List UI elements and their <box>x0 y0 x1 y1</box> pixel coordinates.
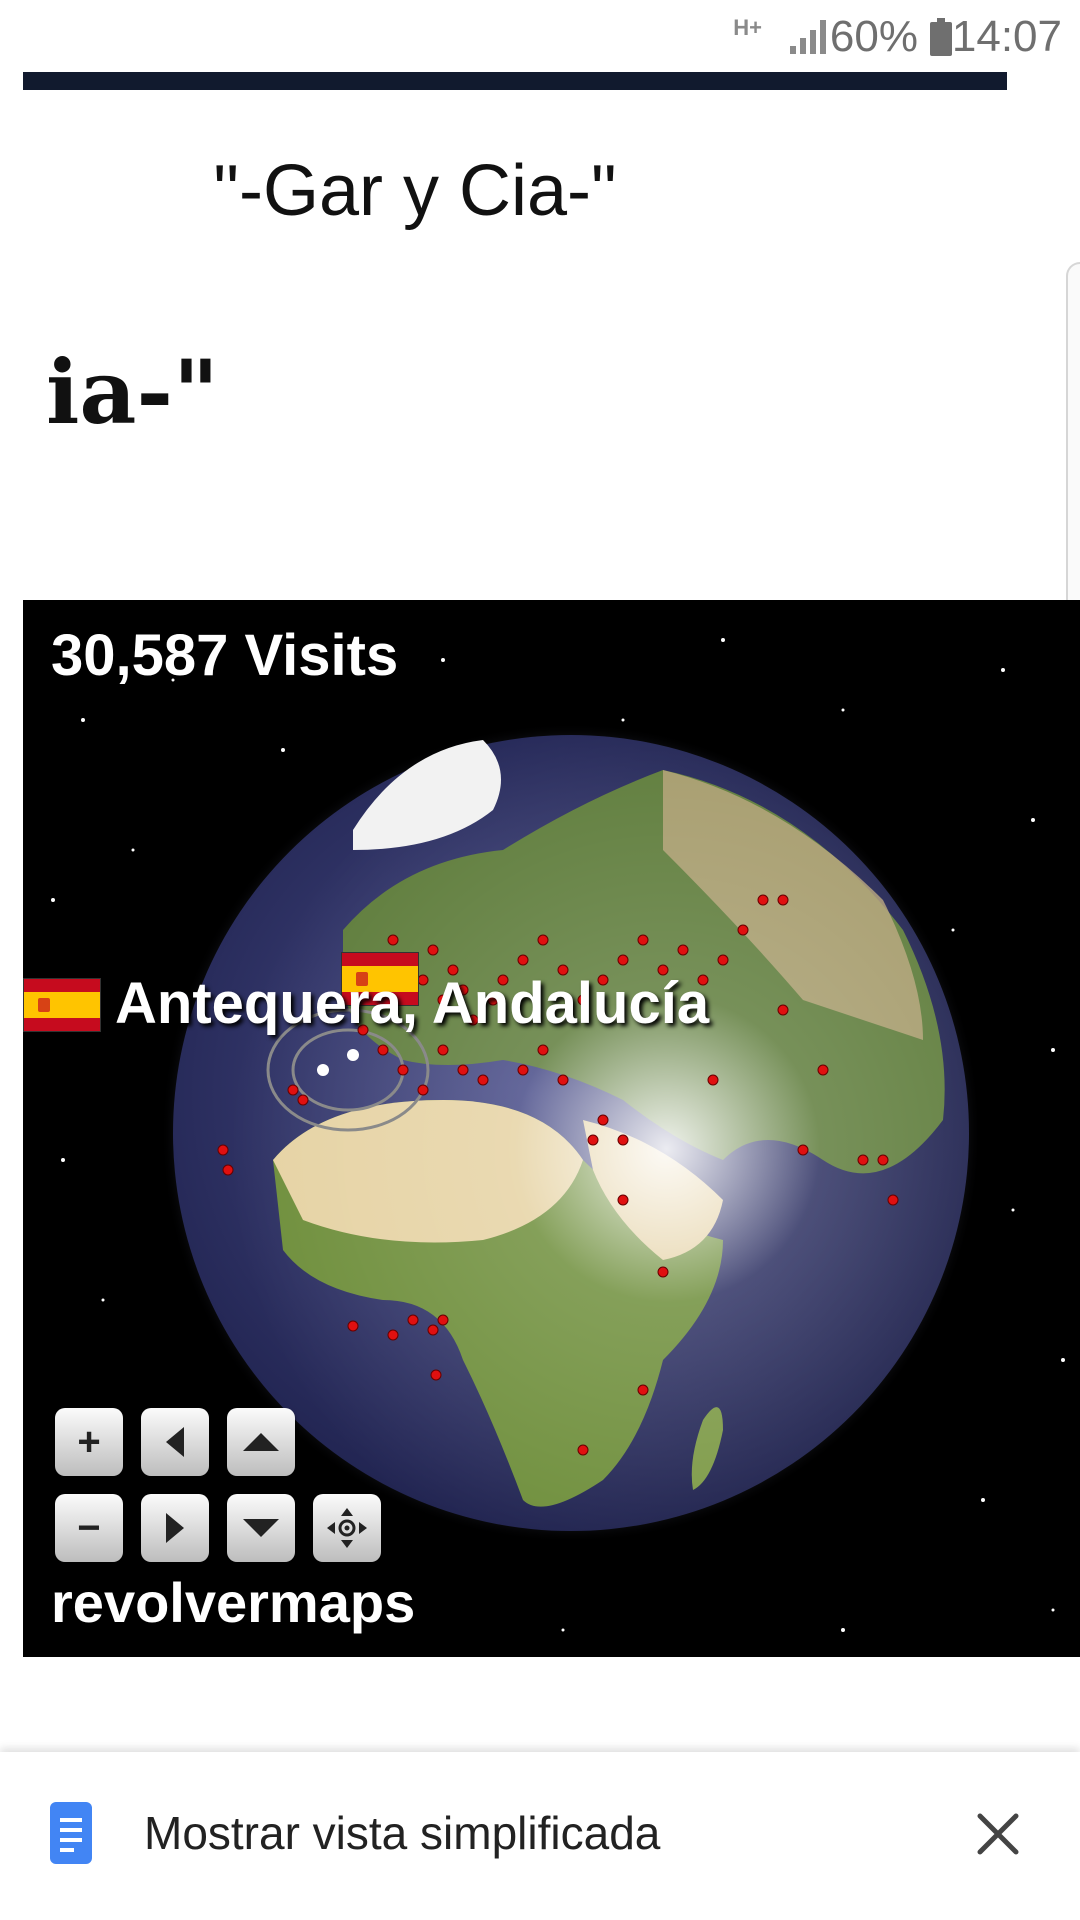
recenter-button[interactable] <box>313 1494 381 1562</box>
arrow-up-icon <box>243 1433 279 1451</box>
rotate-right-button[interactable] <box>141 1494 209 1562</box>
zoom-out-button[interactable]: − <box>55 1494 123 1562</box>
document-icon <box>50 1802 92 1864</box>
rotate-left-button[interactable] <box>141 1408 209 1476</box>
side-panel-tab[interactable] <box>1066 262 1080 636</box>
battery-percent: 60% <box>829 12 918 61</box>
signal-icon <box>790 20 826 54</box>
arrow-right-icon <box>166 1513 184 1543</box>
zoom-in-button[interactable]: + <box>55 1408 123 1476</box>
revolvermaps-widget[interactable]: 30,587 Visits Antequera, Andalucía + − r… <box>23 600 1080 1657</box>
zoom-in-icon: + <box>77 1419 101 1464</box>
last-visit-location: Antequera, Andalucía <box>115 971 710 1036</box>
page-title: "-Gar y Cia-" <box>213 151 617 231</box>
header-divider <box>23 72 1007 90</box>
arrow-down-icon <box>243 1519 279 1537</box>
zoom-out-icon: − <box>77 1505 101 1550</box>
visit-counter: 30,587 Visits <box>51 623 399 688</box>
close-icon[interactable] <box>968 1804 1028 1864</box>
blog-heading: ia-" <box>46 340 219 444</box>
arrow-left-icon <box>166 1427 184 1457</box>
move-icon <box>327 1508 367 1548</box>
network-type-icon: H+ <box>733 15 762 40</box>
revolvermaps-logo[interactable]: revolvermaps <box>51 1570 415 1635</box>
spain-flag-icon <box>23 978 101 1032</box>
simplified-view-banner[interactable]: Mostrar vista simplificada <box>0 1752 1080 1920</box>
status-bar: H+ 60% 14:07 <box>0 0 1080 72</box>
battery-icon <box>930 18 952 56</box>
simplified-view-label[interactable]: Mostrar vista simplificada <box>144 1806 660 1860</box>
clock: 14:07 <box>951 12 1062 61</box>
rotate-down-button[interactable] <box>227 1494 295 1562</box>
rotate-up-button[interactable] <box>227 1408 295 1476</box>
